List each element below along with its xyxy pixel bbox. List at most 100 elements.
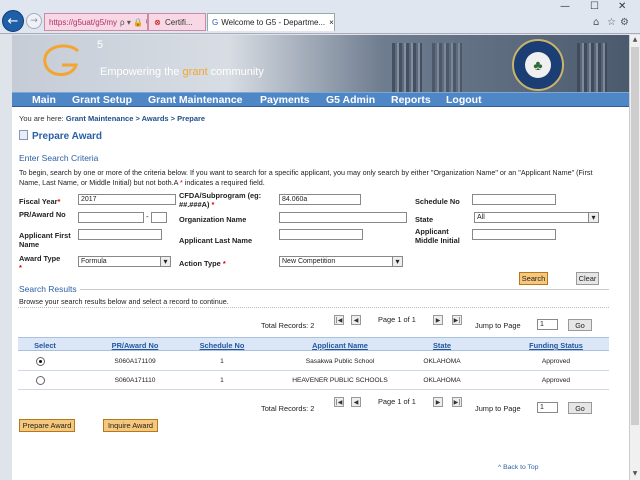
next-page-icon[interactable]: ▶ bbox=[433, 397, 443, 407]
settings-icon[interactable]: ⚙ bbox=[620, 17, 629, 28]
menu-main[interactable]: Main bbox=[32, 94, 56, 106]
tree-icon: ♣ bbox=[525, 52, 551, 78]
menu-logout[interactable]: Logout bbox=[446, 94, 482, 106]
last-name-input[interactable] bbox=[279, 229, 363, 240]
col-funding-status[interactable]: Funding Status bbox=[516, 341, 596, 350]
bookshelf-decoration bbox=[392, 43, 422, 92]
search-instructions-text: To begin, search by one or more of the c… bbox=[19, 168, 593, 187]
breadcrumb: You are here: Grant Maintenance > Awards… bbox=[19, 114, 205, 123]
close-window-icon[interactable]: ✕ bbox=[618, 1, 626, 12]
org-name-input[interactable] bbox=[279, 212, 407, 223]
first-page-icon[interactable]: |◀ bbox=[334, 315, 344, 325]
last-page-icon[interactable]: ▶| bbox=[452, 397, 462, 407]
forward-button[interactable]: → bbox=[26, 13, 42, 29]
col-schedule-no[interactable]: Schedule No bbox=[187, 341, 257, 350]
cfda-input[interactable]: 84.060a bbox=[279, 194, 361, 205]
site-banner: 5 Empowering the grant community ♣ bbox=[12, 35, 629, 92]
menu-reports[interactable]: Reports bbox=[391, 94, 431, 106]
search-criteria-heading: Enter Search Criteria bbox=[19, 153, 99, 163]
funding-status-cell: Approved bbox=[541, 358, 571, 365]
certificate-tab[interactable]: ⊗ Certifi... bbox=[148, 13, 206, 31]
schedule-no-cell: 1 bbox=[220, 377, 224, 384]
breadcrumb-path[interactable]: Grant Maintenance > Awards > Prepare bbox=[66, 114, 205, 123]
middle-initial-input[interactable] bbox=[472, 229, 556, 240]
fiscal-year-input[interactable]: 2017 bbox=[78, 194, 176, 205]
org-name-label: Organization Name bbox=[179, 215, 247, 224]
document-icon bbox=[19, 130, 28, 140]
menu-grant-setup[interactable]: Grant Setup bbox=[72, 94, 132, 106]
state-label: State bbox=[415, 215, 434, 224]
col-applicant-name[interactable]: Applicant Name bbox=[285, 341, 395, 350]
pr-award-input[interactable] bbox=[78, 212, 144, 223]
maximize-icon[interactable]: ☐ bbox=[590, 1, 599, 12]
middle-initial-label: Applicant Middle Initial bbox=[415, 227, 460, 245]
go-button[interactable]: Go bbox=[568, 402, 592, 414]
scrollbar-thumb[interactable] bbox=[631, 47, 639, 425]
jump-to-page-input[interactable]: 1 bbox=[537, 402, 558, 413]
state-select[interactable]: All bbox=[474, 212, 599, 223]
address-text[interactable]: https://g5uat/g5/my bbox=[49, 18, 117, 27]
main-menu: Main Grant Setup Grant Maintenance Payme… bbox=[12, 92, 629, 107]
action-type-select[interactable]: New Competition bbox=[279, 256, 403, 267]
row-select-radio[interactable] bbox=[36, 357, 45, 366]
tab-close-icon[interactable]: × bbox=[329, 18, 334, 27]
prepare-award-button[interactable]: Prepare Award bbox=[19, 419, 75, 432]
award-type-select[interactable]: Formula bbox=[78, 256, 171, 267]
divider bbox=[18, 307, 609, 308]
jump-to-page-label: Jump to Page bbox=[475, 321, 521, 330]
search-instructions: To begin, search by one or more of the c… bbox=[19, 168, 609, 188]
action-type-label: Action Type * bbox=[179, 259, 226, 268]
forward-arrow-icon: → bbox=[30, 16, 38, 26]
address-bar-icons[interactable]: ρ ▾ 🔒 ↻ bbox=[120, 18, 147, 27]
search-results-heading: Search Results bbox=[19, 284, 80, 294]
last-name-label: Applicant Last Name bbox=[179, 236, 253, 245]
page-title: Prepare Award bbox=[19, 130, 102, 142]
pr-award-suffix-input[interactable] bbox=[151, 212, 167, 223]
prev-page-icon[interactable]: ◀ bbox=[351, 315, 361, 325]
schedule-no-label: Schedule No bbox=[415, 197, 460, 206]
go-button[interactable]: Go bbox=[568, 319, 592, 331]
pr-award-label: PR/Award No bbox=[19, 210, 66, 219]
address-bar[interactable]: https://g5uat/g5/my ρ ▾ 🔒 ↻ bbox=[44, 13, 148, 31]
total-records: Total Records: 2 bbox=[261, 321, 315, 330]
table-row[interactable]: S060A171109 1 Sasakwa Public School OKLA… bbox=[18, 353, 609, 371]
state-cell: OKLAHOMA bbox=[423, 358, 461, 365]
vertical-scrollbar[interactable]: ▲ ▼ bbox=[629, 35, 640, 480]
minimize-icon[interactable]: — bbox=[560, 1, 570, 12]
row-select-radio[interactable] bbox=[36, 376, 45, 385]
jump-to-page-input[interactable]: 1 bbox=[537, 319, 558, 330]
scroll-up-icon[interactable]: ▲ bbox=[630, 35, 640, 45]
back-to-top-link[interactable]: ^ Back to Top bbox=[498, 464, 538, 471]
cfda-label: CFDA/Subprogram (eg: ##.###A) * bbox=[179, 191, 262, 209]
table-row[interactable]: S060A171110 1 HEAVENER PUBLIC SCHOOLS OK… bbox=[18, 372, 609, 390]
browser-chrome: ← → https://g5uat/g5/my ρ ▾ 🔒 ↻ ⊗ Certif… bbox=[0, 0, 640, 34]
scroll-down-icon[interactable]: ▼ bbox=[630, 469, 640, 479]
active-tab[interactable]: G Welcome to G5 - Departme... × bbox=[207, 13, 335, 31]
award-no-cell: S060A171109 bbox=[114, 358, 156, 365]
schedule-no-input[interactable] bbox=[472, 194, 556, 205]
divider bbox=[18, 289, 609, 290]
menu-payments[interactable]: Payments bbox=[260, 94, 310, 106]
inquire-award-button[interactable]: Inquire Award bbox=[103, 419, 158, 432]
breadcrumb-prefix: You are here: bbox=[19, 114, 64, 123]
pr-award-separator: - bbox=[146, 212, 149, 221]
search-button[interactable]: Search bbox=[519, 272, 548, 285]
next-page-icon[interactable]: ▶ bbox=[433, 315, 443, 325]
tagline: Empowering the grant community bbox=[100, 66, 264, 78]
menu-g5-admin[interactable]: G5 Admin bbox=[326, 94, 375, 106]
favorites-icon[interactable]: ☆ bbox=[607, 17, 616, 28]
first-page-icon[interactable]: |◀ bbox=[334, 397, 344, 407]
menu-grant-maintenance[interactable]: Grant Maintenance bbox=[148, 94, 243, 106]
home-icon[interactable]: ⌂ bbox=[593, 17, 599, 28]
back-button[interactable]: ← bbox=[2, 10, 24, 32]
col-award-no[interactable]: PR/Award No bbox=[90, 341, 180, 350]
col-state[interactable]: State bbox=[412, 341, 472, 350]
back-arrow-icon: ← bbox=[7, 13, 19, 29]
results-instructions: Browse your search results below and sel… bbox=[19, 297, 229, 306]
applicant-name-cell: HEAVENER PUBLIC SCHOOLS bbox=[292, 377, 388, 384]
prev-page-icon[interactable]: ◀ bbox=[351, 397, 361, 407]
clear-button[interactable]: Clear bbox=[576, 272, 599, 285]
last-page-icon[interactable]: ▶| bbox=[452, 315, 462, 325]
funding-status-cell: Approved bbox=[541, 377, 571, 384]
first-name-input[interactable] bbox=[78, 229, 162, 240]
